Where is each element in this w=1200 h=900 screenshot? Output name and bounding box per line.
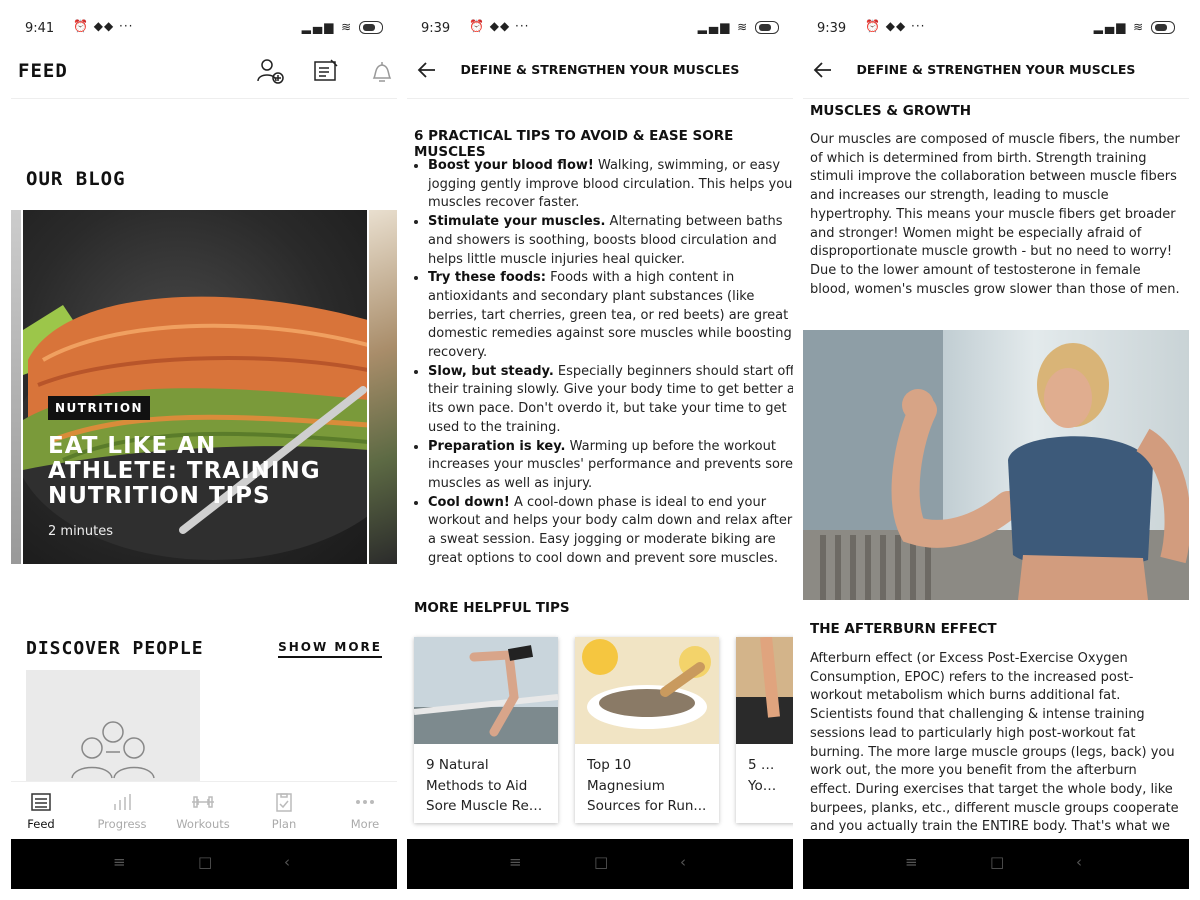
article-screen-growth: 9:39 ⏰ ◆◆ ··· ▂▄▆ ≋ DEFINE & STRENGTHEN … xyxy=(803,0,1189,890)
app-header: FEED xyxy=(11,44,397,99)
discover-heading: DISCOVER PEOPLE xyxy=(26,638,204,659)
notification-bell-icon[interactable] xyxy=(367,56,397,86)
article-screen-tips: 9:39 ⏰ ◆◆ ··· ▂▄▆ ≋ DEFINE & STRENGTHEN … xyxy=(407,0,793,890)
previous-card-edge[interactable] xyxy=(11,210,21,564)
seeds-bowl-image xyxy=(575,637,719,744)
tip-item: Stimulate your muscles. Alternating betw… xyxy=(428,213,793,269)
system-nav-bar: ≡ □ ‹ xyxy=(407,839,793,889)
tip-card-title: 5 Work Your Fe xyxy=(748,757,784,794)
edit-post-icon[interactable] xyxy=(311,56,341,86)
blog-heading: OUR BLOG xyxy=(26,168,126,190)
nav-workouts[interactable]: Workouts xyxy=(173,792,233,831)
tip-item: Preparation is key. Warming up before th… xyxy=(428,438,793,494)
nav-label: Feed xyxy=(27,817,55,831)
tip-item: Cool down! A cool-down phase is ideal to… xyxy=(428,494,793,569)
status-time: 9:39 xyxy=(421,21,451,36)
feed-screen: 9:41 ⏰ ◆◆ ··· ▂▄▆ ≋ FEED OUR BLOG NUTRIT… xyxy=(11,0,397,890)
article-title: DEFINE & STRENGTHEN YOUR MUSCLES xyxy=(856,62,1136,77)
app-header: DEFINE & STRENGTHEN YOUR MUSCLES xyxy=(407,44,793,99)
nav-label: Progress xyxy=(97,817,147,831)
signal-wifi-battery-icons: ▂▄▆ ≋ xyxy=(698,20,779,34)
status-time: 9:39 xyxy=(817,21,847,36)
signal-wifi-battery-icons: ▂▄▆ ≋ xyxy=(302,20,383,34)
status-time: 9:41 xyxy=(25,21,55,36)
blog-card-title: EAT LIKE AN ATHLETE: TRAINING NUTRITION … xyxy=(48,433,321,509)
next-card-edge[interactable] xyxy=(369,210,397,564)
dumbbell-icon xyxy=(192,796,214,808)
nav-label: Workouts xyxy=(176,817,230,831)
notification-icons: ⏰ ◆◆ ··· xyxy=(73,19,134,33)
tip-item: Slow, but steady. Especially beginners s… xyxy=(428,363,793,438)
progress-icon xyxy=(114,794,131,810)
more-icon xyxy=(356,800,374,804)
tip-card-title: Top 10 Magnesium Sources for Run... xyxy=(587,757,707,814)
tip-card[interactable]: 9 Natural Methods to Aid Sore Muscle Rec… xyxy=(414,637,558,823)
tips-heading: 6 PRACTICAL TIPS TO AVOID & EASE SORE MU… xyxy=(414,128,734,160)
bottom-navigation: Feed Progress Workouts Plan More xyxy=(11,781,397,840)
home-icon[interactable]: □ xyxy=(594,853,608,871)
show-more-link[interactable]: SHOW MORE xyxy=(278,640,382,658)
leg-stretch-image xyxy=(414,637,558,744)
notification-icons: ⏰ ◆◆ ··· xyxy=(469,19,530,33)
tip-item: Try these foods: Foods with a high conte… xyxy=(428,269,793,363)
recent-apps-icon[interactable]: ≡ xyxy=(905,853,918,871)
read-time: 2 minutes xyxy=(48,524,114,539)
nav-progress[interactable]: Progress xyxy=(92,792,152,831)
afterburn-paragraph: Afterburn effect (or Excess Post-Exercis… xyxy=(810,651,1179,835)
page-title: FEED xyxy=(18,60,68,82)
category-badge: NUTRITION xyxy=(48,396,151,420)
people-group-icon xyxy=(71,721,155,779)
system-back-icon[interactable]: ‹ xyxy=(284,853,290,871)
nav-label: More xyxy=(350,817,380,831)
plan-icon xyxy=(276,793,292,812)
feed-icon xyxy=(31,793,51,811)
blog-card[interactable]: NUTRITION EAT LIKE AN ATHLETE: TRAINING … xyxy=(23,210,367,564)
home-icon[interactable]: □ xyxy=(198,853,212,871)
tip-item: Boost your blood flow! Walking, swimming… xyxy=(428,157,793,213)
home-icon[interactable]: □ xyxy=(990,853,1004,871)
system-back-icon[interactable]: ‹ xyxy=(1076,853,1082,871)
signal-wifi-battery-icons: ▂▄▆ ≋ xyxy=(1094,20,1175,34)
flexing-woman-image xyxy=(803,330,1189,600)
tip-card[interactable]: Top 10 Magnesium Sources for Run... xyxy=(575,637,719,823)
system-nav-bar: ≡ □ ‹ xyxy=(11,839,397,889)
workout-feet-image xyxy=(736,637,793,744)
tip-card-title: 9 Natural Methods to Aid Sore Muscle Rec… xyxy=(426,757,546,814)
salmon-dish-image xyxy=(23,296,367,560)
tips-list: Boost your blood flow! Walking, swimming… xyxy=(414,157,793,568)
system-back-icon[interactable]: ‹ xyxy=(680,853,686,871)
afterburn-heading: THE AFTERBURN EFFECT xyxy=(810,621,997,637)
growth-paragraph: Our muscles are composed of muscle fiber… xyxy=(810,132,1180,297)
nav-feed[interactable]: Feed xyxy=(11,792,71,831)
recent-apps-icon[interactable]: ≡ xyxy=(113,853,126,871)
system-nav-bar: ≡ □ ‹ xyxy=(803,839,1189,889)
nav-more[interactable]: More xyxy=(335,792,395,831)
notification-icons: ⏰ ◆◆ ··· xyxy=(865,19,926,33)
app-header: DEFINE & STRENGTHEN YOUR MUSCLES xyxy=(803,44,1189,99)
nav-plan[interactable]: Plan xyxy=(254,792,314,831)
nav-label: Plan xyxy=(271,817,297,831)
people-card[interactable] xyxy=(26,670,200,785)
growth-heading: MUSCLES & GROWTH xyxy=(810,103,972,119)
add-friend-icon[interactable] xyxy=(255,56,285,86)
tip-card[interactable]: 5 Work Your Fe xyxy=(736,637,793,823)
recent-apps-icon[interactable]: ≡ xyxy=(509,853,522,871)
more-tips-heading: MORE HELPFUL TIPS xyxy=(414,600,570,616)
article-title: DEFINE & STRENGTHEN YOUR MUSCLES xyxy=(460,62,740,77)
